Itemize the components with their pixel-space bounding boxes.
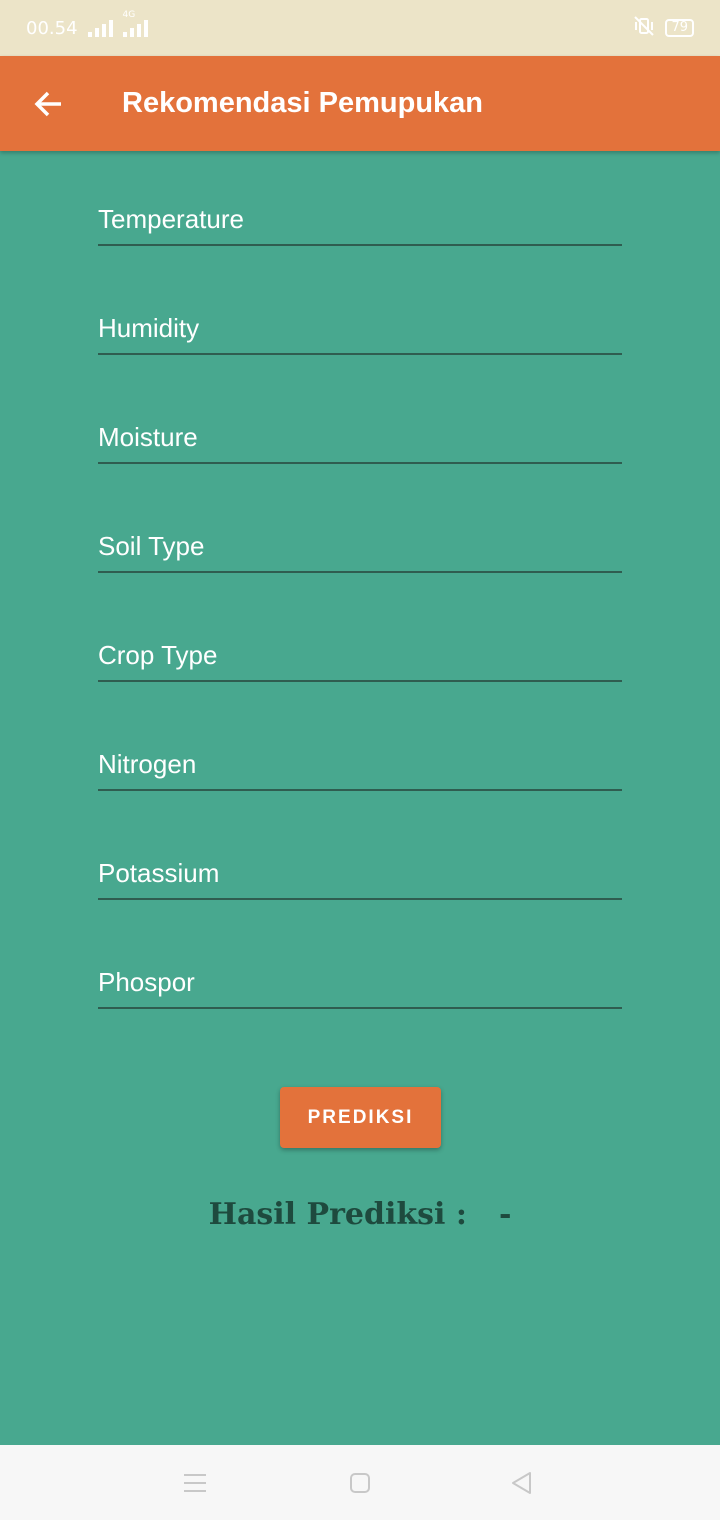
- system-nav-bar: [0, 1445, 720, 1520]
- status-bar: 00.54 4G 79: [0, 0, 720, 56]
- signal-icon: [87, 19, 113, 37]
- battery-icon: 79: [665, 19, 694, 37]
- status-time: 00.54: [26, 17, 78, 39]
- network-4g-icon: 4G: [122, 10, 148, 37]
- arrow-left-icon: [34, 91, 61, 116]
- predict-button[interactable]: PREDIKSI: [280, 1087, 441, 1148]
- result-label: Hasil Prediksi :: [208, 1197, 467, 1232]
- crop-type-field-container: [98, 631, 622, 740]
- result-value: -: [498, 1197, 512, 1232]
- prediction-result: Hasil Prediksi : -: [0, 1197, 720, 1232]
- crop-type-input[interactable]: [98, 631, 622, 682]
- page-title: Rekomendasi Pemupukan: [122, 87, 483, 119]
- nitrogen-input[interactable]: [98, 740, 622, 791]
- home-square-icon: [350, 1473, 370, 1493]
- soil-type-input[interactable]: [98, 522, 622, 573]
- potassium-field-container: [98, 849, 622, 958]
- nitrogen-field-container: [98, 740, 622, 849]
- nav-back-button[interactable]: [502, 1463, 542, 1503]
- temperature-field-container: [98, 195, 622, 304]
- app-bar: Rekomendasi Pemupukan: [0, 56, 720, 151]
- back-triangle-icon: [512, 1472, 531, 1494]
- home-button[interactable]: [340, 1463, 380, 1503]
- humidity-input[interactable]: [98, 304, 622, 355]
- temperature-input[interactable]: [98, 195, 622, 246]
- menu-icon: [184, 1474, 206, 1492]
- phospor-input[interactable]: [98, 958, 622, 1009]
- humidity-field-container: [98, 304, 622, 413]
- menu-button[interactable]: [175, 1463, 215, 1503]
- soil-type-field-container: [98, 522, 622, 631]
- potassium-input[interactable]: [98, 849, 622, 900]
- phospor-field-container: [98, 958, 622, 1067]
- fertilizer-form: [98, 195, 622, 1067]
- moisture-field-container: [98, 413, 622, 522]
- back-button[interactable]: [18, 74, 78, 134]
- moisture-input[interactable]: [98, 413, 622, 464]
- vibrate-mute-icon: [633, 15, 655, 41]
